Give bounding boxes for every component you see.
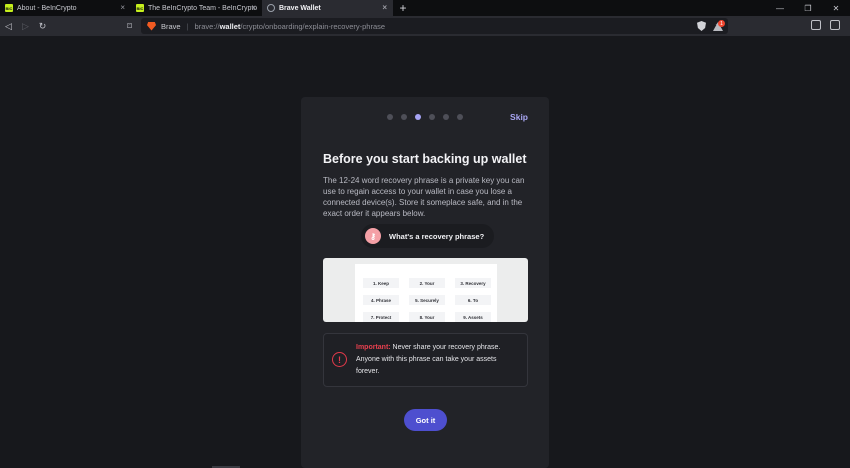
minimize-button[interactable]: — [766, 0, 794, 16]
tab-title: The BeInCrypto Team - BeInCrypto [148, 4, 258, 12]
alert-icon: ! [332, 352, 347, 367]
tab-strip: BIC About - BeInCrypto × BIC The BeInCry… [0, 0, 850, 16]
phrase-word: 2. Your [409, 278, 445, 288]
onboarding-card: Skip Before you start backing up wallet … [301, 97, 549, 468]
tab-beincrypto-team[interactable]: BIC The BeInCrypto Team - BeInCrypto × [131, 0, 262, 16]
key-icon: ⚷ [365, 228, 381, 244]
reload-button[interactable]: ↻ [34, 16, 51, 36]
tab-about-beincrypto[interactable]: BIC About - BeInCrypto × [0, 0, 131, 16]
forward-button[interactable]: ▷ [17, 16, 34, 36]
phrase-word: 9. Assets [455, 312, 491, 322]
page-title: Before you start backing up wallet [323, 152, 527, 166]
step-dot [387, 114, 393, 120]
phrase-word: 1. Keep [363, 278, 399, 288]
maximize-button[interactable]: ❐ [794, 0, 822, 16]
wallet-icon[interactable] [830, 20, 840, 30]
recovery-phrase-help-button[interactable]: ⚷ What's a recovery phrase? [361, 224, 495, 248]
notification-badge: 1 [718, 20, 725, 27]
bookmark-icon[interactable]: ⌑ [121, 16, 138, 36]
phrase-word: 4. Phrase [363, 295, 399, 305]
phrase-word: 8. Your [409, 312, 445, 322]
step-dot [443, 114, 449, 120]
toolbar-right-buttons [811, 20, 840, 30]
tab-brave-wallet[interactable]: Brave Wallet × [262, 0, 393, 16]
close-window-button[interactable]: ✕ [822, 0, 850, 16]
url-host: wallet [219, 21, 241, 31]
window-controls: — ❐ ✕ [766, 0, 850, 16]
warning-text: Important: Never share your recovery phr… [356, 342, 521, 378]
beincrypto-icon: BIC [5, 4, 13, 12]
skip-button[interactable]: Skip [510, 112, 528, 122]
step-dot [401, 114, 407, 120]
site-identity-label: Brave [161, 21, 181, 31]
beincrypto-icon: BIC [136, 4, 144, 12]
tab-title: About - BeInCrypto [17, 4, 77, 12]
phrase-word: 3. Recovery [455, 278, 491, 288]
back-button[interactable]: ◁ [0, 16, 17, 36]
security-warning: ! Important: Never share your recovery p… [323, 333, 528, 387]
phrase-sheet: 1. Keep 2. Your 3. Recovery 4. Phrase 5.… [355, 264, 497, 322]
tab-title: Brave Wallet [279, 4, 321, 12]
brave-lion-icon [147, 21, 156, 31]
sidebar-toggle-icon[interactable] [811, 20, 821, 30]
brave-rewards-icon[interactable]: 1 [713, 20, 725, 31]
globe-icon [267, 4, 275, 12]
step-dot-active [415, 114, 421, 120]
step-dot [429, 114, 435, 120]
warning-label: Important: [356, 344, 391, 351]
close-icon[interactable]: × [120, 3, 125, 12]
close-icon[interactable]: × [382, 3, 387, 12]
step-indicator [387, 114, 463, 120]
new-tab-button[interactable]: + [393, 0, 413, 16]
phrase-word: 7. Protect [363, 312, 399, 322]
step-dot [457, 114, 463, 120]
url-separator: | [186, 21, 189, 31]
url-scheme: brave:// [194, 21, 220, 31]
address-bar[interactable]: Brave | brave://wallet/crypto/onboarding… [141, 18, 728, 34]
got-it-button[interactable]: Got it [404, 409, 447, 431]
phrase-word: 6. To [455, 295, 491, 305]
close-icon[interactable]: × [251, 3, 256, 12]
description: The 12-24 word recovery phrase is a priv… [323, 176, 525, 218]
phrase-word: 5. Securely [409, 295, 445, 305]
help-label: What's a recovery phrase? [389, 231, 485, 241]
url-path: /crypto/onboarding/explain-recovery-phra… [240, 21, 386, 31]
recovery-phrase-illustration: 1. Keep 2. Your 3. Recovery 4. Phrase 5.… [323, 258, 528, 322]
